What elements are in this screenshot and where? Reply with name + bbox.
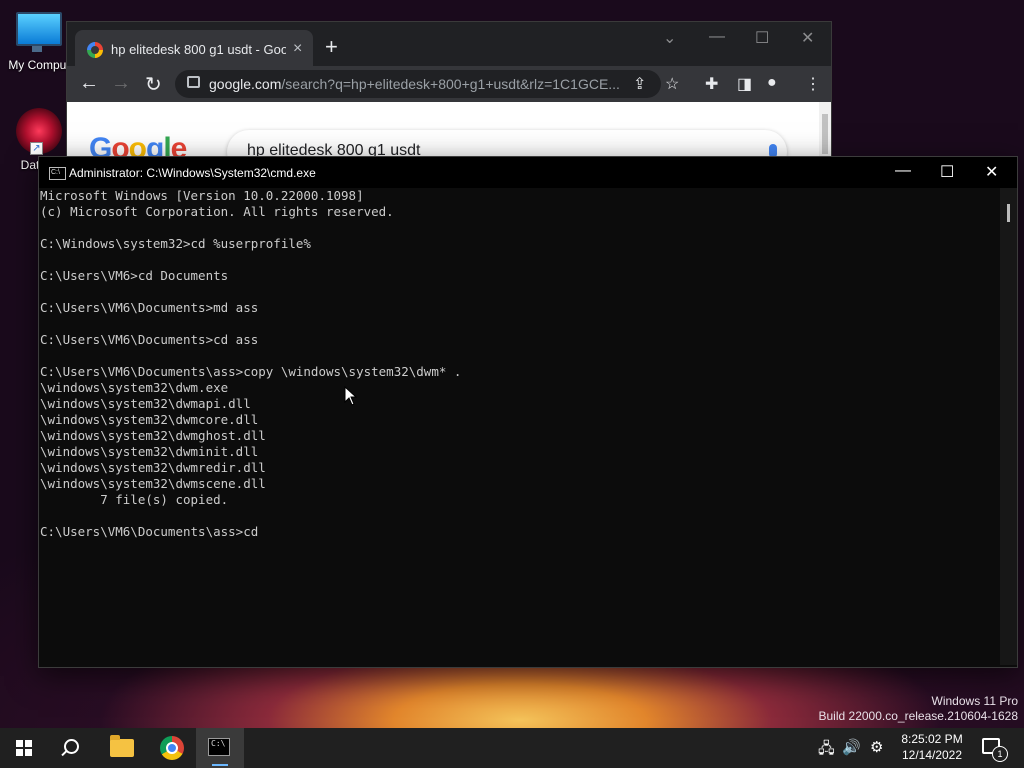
minimize-button[interactable]: — bbox=[709, 28, 725, 46]
watermark-edition: Windows 11 Pro bbox=[931, 694, 1018, 708]
taskbar: C:\ 🖧 🔊 ⚙ 8:25:02 PM 12/14/2022 1 bbox=[0, 728, 1024, 768]
profile-icon[interactable]: ● bbox=[767, 74, 777, 92]
desktop-icon-my-computer[interactable]: My Comput bbox=[2, 10, 76, 72]
tab-title: hp elitedesk 800 g1 usdt - Googl bbox=[111, 42, 286, 57]
console-output[interactable]: Microsoft Windows [Version 10.0.22000.10… bbox=[40, 188, 998, 664]
forward-arrow-icon[interactable]: → bbox=[111, 72, 131, 95]
shortcut-arrow-icon: ↗ bbox=[30, 142, 43, 155]
console-scrollbar[interactable] bbox=[1000, 188, 1017, 665]
watermark-build: Build 22000.co_release.210604-1628 bbox=[818, 709, 1019, 723]
menu-kebab-icon[interactable]: ⋮ bbox=[805, 74, 821, 94]
extensions-puzzle-icon[interactable]: ✚ bbox=[705, 74, 718, 94]
monitor-icon bbox=[16, 12, 62, 52]
close-button[interactable]: ✕ bbox=[801, 28, 814, 48]
maximize-button[interactable]: ☐ bbox=[940, 162, 954, 182]
maximize-button[interactable]: ☐ bbox=[755, 28, 769, 48]
settings-gear-icon[interactable]: ⚙ bbox=[870, 738, 883, 756]
minimize-button[interactable]: — bbox=[895, 162, 911, 180]
taskbar-clock[interactable]: 8:25:02 PM 12/14/2022 bbox=[900, 731, 964, 763]
page-content: Google hp elitedesk 800 g1 usdt bbox=[67, 102, 819, 174]
google-favicon-icon bbox=[87, 42, 103, 58]
windows-watermark: Windows 11 Pro Build 22000.co_release.21… bbox=[819, 694, 1019, 724]
tab-strip: hp elitedesk 800 g1 usdt - Googl × + ⌄ —… bbox=[67, 22, 831, 72]
taskbar-cmd[interactable]: C:\ bbox=[196, 728, 244, 768]
tab-search-chevron-icon[interactable]: ⌄ bbox=[663, 28, 676, 48]
search-button[interactable] bbox=[48, 728, 96, 768]
terminal-icon: C:\ bbox=[208, 738, 230, 756]
reload-icon[interactable]: ↻ bbox=[145, 72, 162, 97]
taskbar-file-explorer[interactable] bbox=[98, 728, 146, 768]
volume-icon[interactable]: 🔊 bbox=[842, 738, 861, 756]
cmd-window[interactable]: C:\ Administrator: C:\Windows\System32\c… bbox=[38, 156, 1018, 668]
close-button[interactable]: ✕ bbox=[985, 162, 998, 182]
browser-toolbar: ← → ↻ google.com/search?q=hp+elitedesk+8… bbox=[67, 66, 831, 102]
windows-logo-icon bbox=[16, 740, 32, 756]
new-tab-button[interactable]: + bbox=[325, 34, 338, 60]
folder-icon bbox=[110, 735, 134, 757]
share-icon[interactable]: ⇪ bbox=[633, 74, 646, 94]
url-text: google.com/search?q=hp+elitedesk+800+g1+… bbox=[209, 76, 620, 92]
lock-icon bbox=[187, 76, 200, 88]
search-icon bbox=[64, 739, 79, 754]
app-icon: ↗ bbox=[16, 108, 62, 155]
clock-time: 8:25:02 PM bbox=[901, 732, 963, 746]
notification-badge: 1 bbox=[992, 746, 1008, 762]
taskbar-chrome[interactable] bbox=[148, 728, 196, 768]
network-icon[interactable]: 🖧 bbox=[818, 738, 835, 763]
side-panel-icon[interactable]: ◨ bbox=[737, 74, 752, 94]
address-bar[interactable]: google.com/search?q=hp+elitedesk+800+g1+… bbox=[175, 70, 661, 98]
start-button[interactable] bbox=[0, 728, 48, 768]
cmd-title: Administrator: C:\Windows\System32\cmd.e… bbox=[69, 166, 316, 180]
bookmark-star-icon[interactable]: ☆ bbox=[665, 74, 679, 94]
desktop-icon-label: My Comput bbox=[8, 58, 70, 72]
chrome-icon bbox=[160, 736, 184, 760]
clock-date: 12/14/2022 bbox=[901, 748, 963, 762]
cmd-icon: C:\ bbox=[49, 167, 66, 180]
chrome-window[interactable]: hp elitedesk 800 g1 usdt - Googl × + ⌄ —… bbox=[66, 21, 832, 174]
cmd-title-bar[interactable]: C:\ Administrator: C:\Windows\System32\c… bbox=[39, 157, 1017, 188]
back-arrow-icon[interactable]: ← bbox=[79, 72, 99, 95]
console-text[interactable]: Microsoft Windows [Version 10.0.22000.10… bbox=[40, 188, 998, 540]
page-scrollbar[interactable] bbox=[819, 102, 831, 162]
tab-close-button[interactable]: × bbox=[293, 40, 302, 58]
